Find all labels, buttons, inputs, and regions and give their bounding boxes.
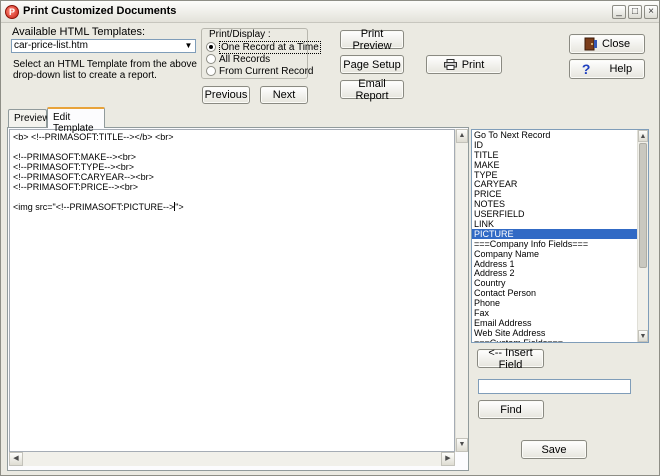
field-list-item[interactable]: Company Name xyxy=(472,249,638,259)
field-list-item[interactable]: ===Custom Fields=== xyxy=(472,338,638,342)
editor-vertical-scrollbar[interactable]: ▲ ▼ xyxy=(455,129,468,452)
help-button[interactable]: ? Help xyxy=(569,59,645,79)
print-button-label: Print xyxy=(461,58,485,71)
field-list-item[interactable]: Email Address xyxy=(472,318,638,328)
minimize-button[interactable]: _ xyxy=(612,5,626,19)
field-list-item[interactable]: Fax xyxy=(472,308,638,318)
templates-help-line1: Select an HTML Template from the above xyxy=(13,59,197,70)
print-preview-button[interactable]: Print Preview xyxy=(340,28,404,52)
email-report-button[interactable]: Email Report xyxy=(340,78,404,102)
save-button[interactable]: Save xyxy=(521,440,587,459)
radio-label: All Records xyxy=(219,53,271,65)
field-list-item[interactable]: LINK xyxy=(472,219,638,229)
close-button-label: Close xyxy=(601,38,631,50)
radio-from-current[interactable]: From Current Record xyxy=(206,65,313,77)
template-line xyxy=(13,142,451,152)
template-line: <!--PRIMASOFT:CARYEAR--><br> xyxy=(13,172,154,182)
templates-label: Available HTML Templates: xyxy=(12,26,146,38)
field-list-scrollbar[interactable]: ▲ ▼ xyxy=(637,130,648,342)
previous-button[interactable]: Previous xyxy=(202,86,250,104)
field-list-item[interactable]: Web Site Address xyxy=(472,328,638,338)
template-select-value: car-price-list.htm xyxy=(14,40,88,51)
field-list-item[interactable]: Contact Person xyxy=(472,288,638,298)
field-list-item[interactable]: USERFIELD xyxy=(472,209,638,219)
radio-all-records[interactable]: All Records xyxy=(206,53,270,65)
page-setup-button[interactable]: Page Setup xyxy=(340,55,404,74)
scroll-left-icon[interactable]: ◀ xyxy=(9,452,23,466)
window-title: Print Customized Documents xyxy=(23,5,177,17)
template-line xyxy=(13,192,451,202)
field-list[interactable]: Go To Next Record ID TITLE MAKE TYPE CARYEAR P… xyxy=(471,129,649,343)
editor-horizontal-scrollbar[interactable]: ◀ ▶ xyxy=(9,452,455,466)
scroll-up-icon[interactable]: ▲ xyxy=(638,130,648,142)
field-list-item[interactable]: ===Company Info Fields=== xyxy=(472,239,638,249)
template-line: <!--PRIMASOFT:MAKE--><br> xyxy=(13,152,137,162)
radio-selected-icon[interactable] xyxy=(206,42,216,52)
scroll-up-icon[interactable]: ▲ xyxy=(456,129,468,143)
find-button[interactable]: Find xyxy=(478,400,544,419)
radio-icon[interactable] xyxy=(206,66,216,76)
field-list-item[interactable]: Country xyxy=(472,278,638,288)
field-list-item[interactable]: Address 2 xyxy=(472,268,638,279)
field-list-item[interactable]: TITLE xyxy=(472,150,638,160)
template-line: <img src="<!--PRIMASOFT:PICTURE-->"> xyxy=(13,202,184,212)
print-documents-window: P Print Customized Documents _ □ × Avail… xyxy=(0,0,660,476)
field-list-item[interactable]: PICTURE xyxy=(472,228,638,239)
template-line: <!--PRIMASOFT:PRICE--><br> xyxy=(13,182,139,192)
title-bar: P Print Customized Documents _ □ × xyxy=(1,1,659,23)
template-editor[interactable]: <b> <!--PRIMASOFT:TITLE--></b> <br> <!--P… xyxy=(9,129,455,452)
exit-door-icon xyxy=(584,37,597,51)
radio-icon[interactable] xyxy=(206,54,216,64)
radio-label: From Current Record xyxy=(219,65,314,77)
template-select[interactable]: car-price-list.htm ▼ xyxy=(11,39,196,53)
scroll-thumb[interactable] xyxy=(639,143,647,268)
insert-field-button[interactable]: <-- Insert Field xyxy=(477,347,544,371)
scroll-down-icon[interactable]: ▼ xyxy=(638,330,648,342)
print-button[interactable]: Print xyxy=(426,55,502,74)
field-list-item[interactable]: ID xyxy=(472,140,638,150)
template-line: <!--PRIMASOFT:TYPE--><br> xyxy=(13,162,135,172)
scroll-down-icon[interactable]: ▼ xyxy=(456,438,468,452)
help-button-label: Help xyxy=(609,63,633,75)
field-list-item[interactable]: Go To Next Record xyxy=(472,130,638,140)
field-list-item[interactable]: TYPE xyxy=(472,170,638,180)
field-list-item[interactable]: NOTES xyxy=(472,199,638,209)
maximize-button[interactable]: □ xyxy=(628,5,642,19)
field-list-item[interactable]: CARYEAR xyxy=(472,179,638,190)
radio-one-record[interactable]: One Record at a Time xyxy=(206,40,321,54)
printer-icon xyxy=(443,59,457,70)
find-field-input[interactable] xyxy=(478,379,631,394)
tab-preview[interactable]: Preview xyxy=(8,109,50,127)
print-display-title: Print/Display : xyxy=(208,29,272,40)
radio-label: One Record at a Time xyxy=(219,40,321,54)
close-window-button[interactable]: × xyxy=(644,5,658,19)
field-list-item[interactable]: PRICE xyxy=(472,189,638,199)
help-question-icon: ? xyxy=(581,61,591,77)
chevron-down-icon[interactable]: ▼ xyxy=(182,40,195,52)
field-list-item[interactable]: Address 1 xyxy=(472,259,638,269)
app-icon: P xyxy=(5,5,19,19)
next-button[interactable]: Next xyxy=(260,86,308,104)
scroll-right-icon[interactable]: ▶ xyxy=(441,452,455,466)
field-list-item[interactable]: Phone xyxy=(472,298,638,308)
templates-help-line2: drop-down list to create a report. xyxy=(13,70,157,81)
field-list-item[interactable]: MAKE xyxy=(472,160,638,170)
tab-edit-template[interactable]: Edit Template xyxy=(47,107,105,134)
close-button[interactable]: Close xyxy=(569,34,645,54)
text-caret xyxy=(174,202,176,211)
